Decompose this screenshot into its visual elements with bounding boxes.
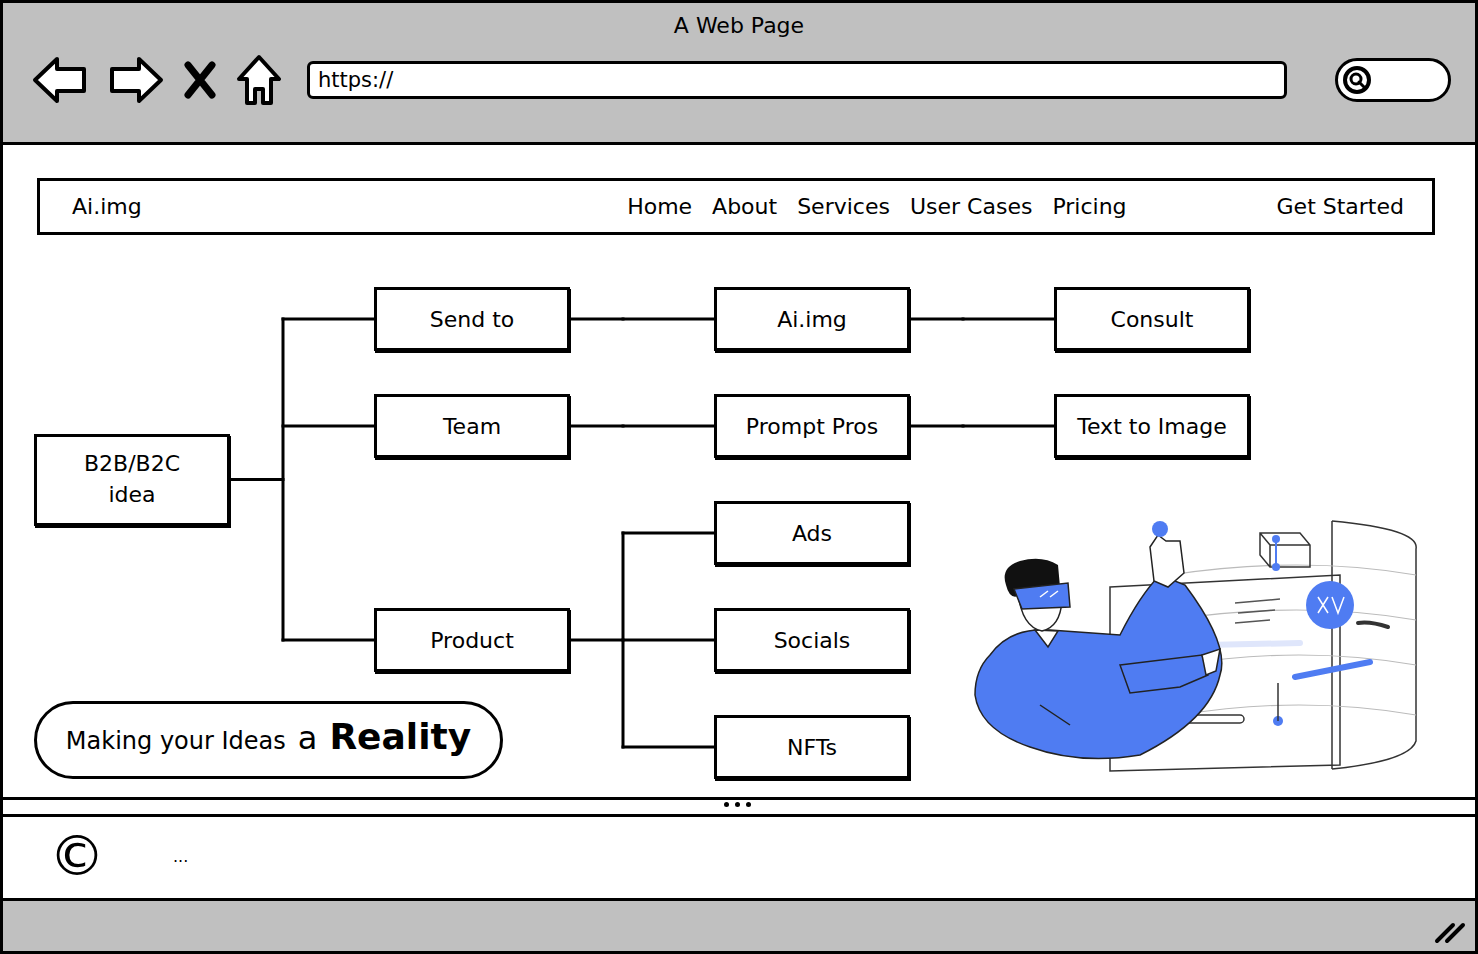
get-started-link[interactable]: Get Started	[1277, 194, 1404, 219]
connector-line	[570, 639, 623, 642]
connector-line	[963, 425, 1054, 428]
nav-link[interactable]: Services	[797, 194, 890, 219]
diagram-node[interactable]: Ads	[714, 501, 910, 565]
stop-x-icon[interactable]	[183, 60, 217, 100]
diagram-node[interactable]: B2B/B2C idea	[34, 434, 230, 526]
resize-grip-icon[interactable]	[1433, 919, 1467, 945]
browser-chrome: A Web Page https://	[0, 0, 1478, 145]
address-text: https://	[318, 68, 393, 92]
tagline-text: Reality	[329, 716, 471, 757]
search-magnifier-icon	[1342, 65, 1372, 95]
connector-line	[283, 318, 374, 321]
browser-window: A Web Page https:// Ai.img Home About Service…	[0, 0, 1478, 954]
separator-dots-icon	[724, 802, 751, 807]
hero-diagram: Consult Ai.img Send to Text to Image Prompt …	[3, 235, 1475, 797]
copyright-symbol: ©	[49, 828, 173, 884]
diagram-node[interactable]: Text to Image	[1054, 394, 1250, 458]
nav-link[interactable]: User Cases	[910, 194, 1032, 219]
diagram-node[interactable]: Team	[374, 394, 570, 458]
connector-line	[963, 318, 1054, 321]
connector-line	[623, 318, 714, 321]
connector-line	[570, 425, 623, 428]
connector-line	[910, 318, 963, 321]
page-content: Ai.img Home About Services User Cases Pricing…	[0, 145, 1478, 898]
connector-line	[283, 425, 374, 428]
connector-line	[910, 425, 963, 428]
connector-line	[282, 319, 285, 640]
nav-link[interactable]: Pricing	[1052, 194, 1126, 219]
status-bar	[0, 898, 1478, 954]
nav-links: Home About Services User Cases Pricing	[627, 194, 1126, 219]
address-bar[interactable]: https://	[307, 61, 1287, 99]
connector-line	[623, 532, 714, 535]
connector-line	[623, 639, 714, 642]
connector-line	[230, 478, 283, 481]
site-footer: ©...	[3, 817, 1475, 895]
diagram-node[interactable]: Send to	[374, 287, 570, 351]
site-navbar: Ai.img Home About Services User Cases Pricing…	[37, 178, 1435, 235]
window-title: A Web Page	[3, 3, 1475, 43]
tagline-text: Making your Ideas	[66, 727, 286, 755]
search-field[interactable]	[1335, 58, 1451, 102]
back-arrow-icon[interactable]	[31, 54, 89, 106]
tagline-pill: Making your Ideas a Reality	[34, 701, 503, 779]
diagram-node[interactable]: Prompt Pros	[714, 394, 910, 458]
forward-arrow-icon[interactable]	[107, 54, 165, 106]
diagram-node[interactable]: Ai.img	[714, 287, 910, 351]
connector-line	[570, 318, 623, 321]
footer-separator	[3, 797, 1475, 817]
diagram-node[interactable]: NFTs	[714, 715, 910, 779]
diagram-node[interactable]: Socials	[714, 608, 910, 672]
footer-text: ...	[173, 847, 188, 866]
toolbar: https://	[3, 43, 1475, 107]
diagram-node[interactable]: Product	[374, 608, 570, 672]
nav-link[interactable]: About	[712, 194, 777, 219]
vr-person-illustration-icon	[970, 515, 1425, 777]
home-icon[interactable]	[235, 53, 283, 107]
nav-link[interactable]: Home	[627, 194, 692, 219]
diagram-node[interactable]: Consult	[1054, 287, 1250, 351]
brand-logo[interactable]: Ai.img	[72, 194, 142, 219]
connector-line	[623, 425, 714, 428]
tagline-text: a	[298, 719, 318, 757]
connector-line	[623, 746, 714, 749]
connector-line	[283, 639, 374, 642]
